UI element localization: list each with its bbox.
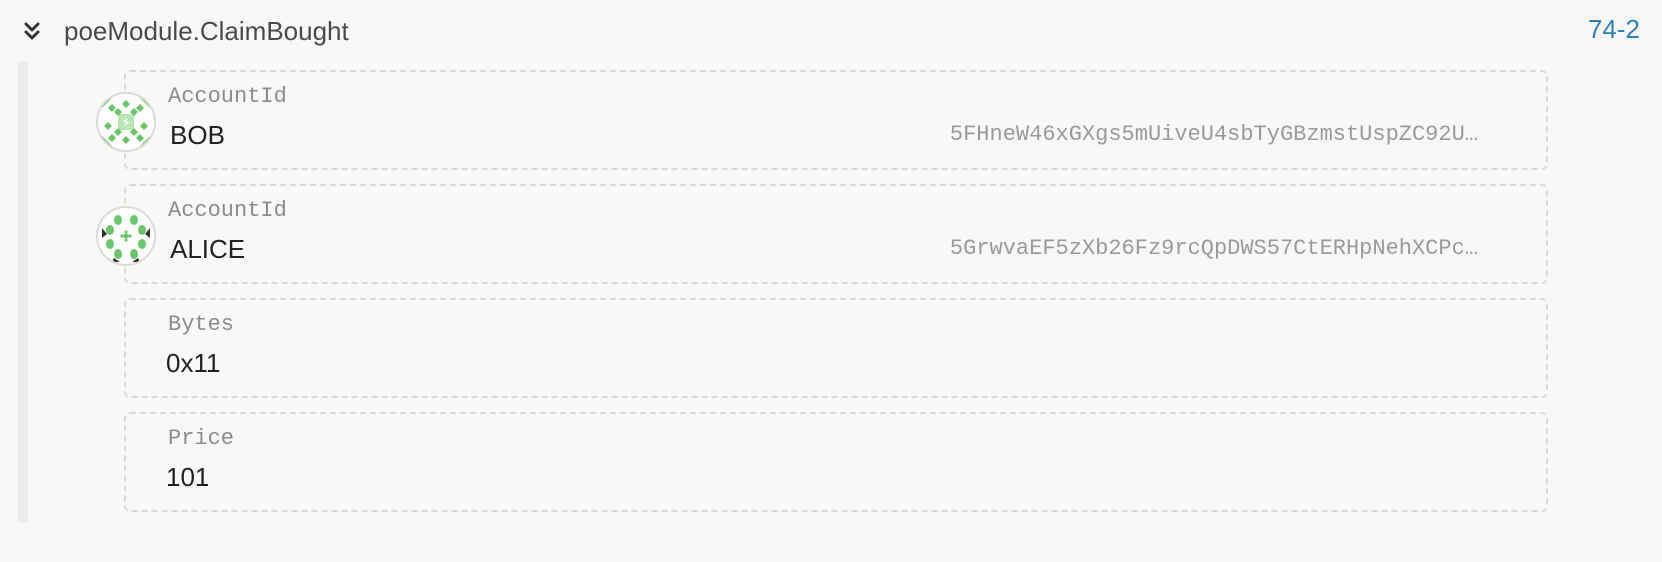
- nesting-rail: [18, 62, 28, 522]
- param-value: 101: [166, 462, 210, 492]
- identicon-bob[interactable]: [96, 92, 156, 152]
- event-title: poeModule.ClaimBought: [64, 15, 349, 46]
- param-type-label: Bytes: [168, 312, 235, 337]
- account-address[interactable]: 5GrwvaEF5zXb26Fz9rcQpDWS57CtERHpNehXCPc…: [950, 236, 1478, 261]
- param-type-label: Price: [168, 426, 235, 451]
- double-chevron-down-icon[interactable]: [22, 19, 42, 43]
- event-card: poeModule.ClaimBought 74-2 AccountId BOB…: [0, 0, 1662, 562]
- param-type-label: AccountId: [168, 198, 287, 223]
- param-value: 0x11: [166, 348, 221, 378]
- event-id-link[interactable]: 74-2: [1588, 14, 1640, 45]
- param-account-alice: AccountId ALICE 5GrwvaEF5zXb26Fz9rcQpDWS…: [96, 184, 1548, 284]
- account-name: BOB: [170, 120, 225, 150]
- event-params: AccountId BOB 5FHneW46xGXgs5mUiveU4sbTyG…: [96, 70, 1548, 526]
- identicon-alice[interactable]: [96, 206, 156, 266]
- param-price: Price 101: [124, 412, 1548, 512]
- account-name: ALICE: [170, 234, 246, 264]
- param-bytes: Bytes 0x11: [124, 298, 1548, 398]
- event-header: poeModule.ClaimBought 74-2: [22, 14, 1640, 48]
- param-account-bob: AccountId BOB 5FHneW46xGXgs5mUiveU4sbTyG…: [96, 70, 1548, 170]
- param-type-label: AccountId: [168, 84, 287, 109]
- account-address[interactable]: 5FHneW46xGXgs5mUiveU4sbTyGBzmstUspZC92U…: [950, 122, 1478, 147]
